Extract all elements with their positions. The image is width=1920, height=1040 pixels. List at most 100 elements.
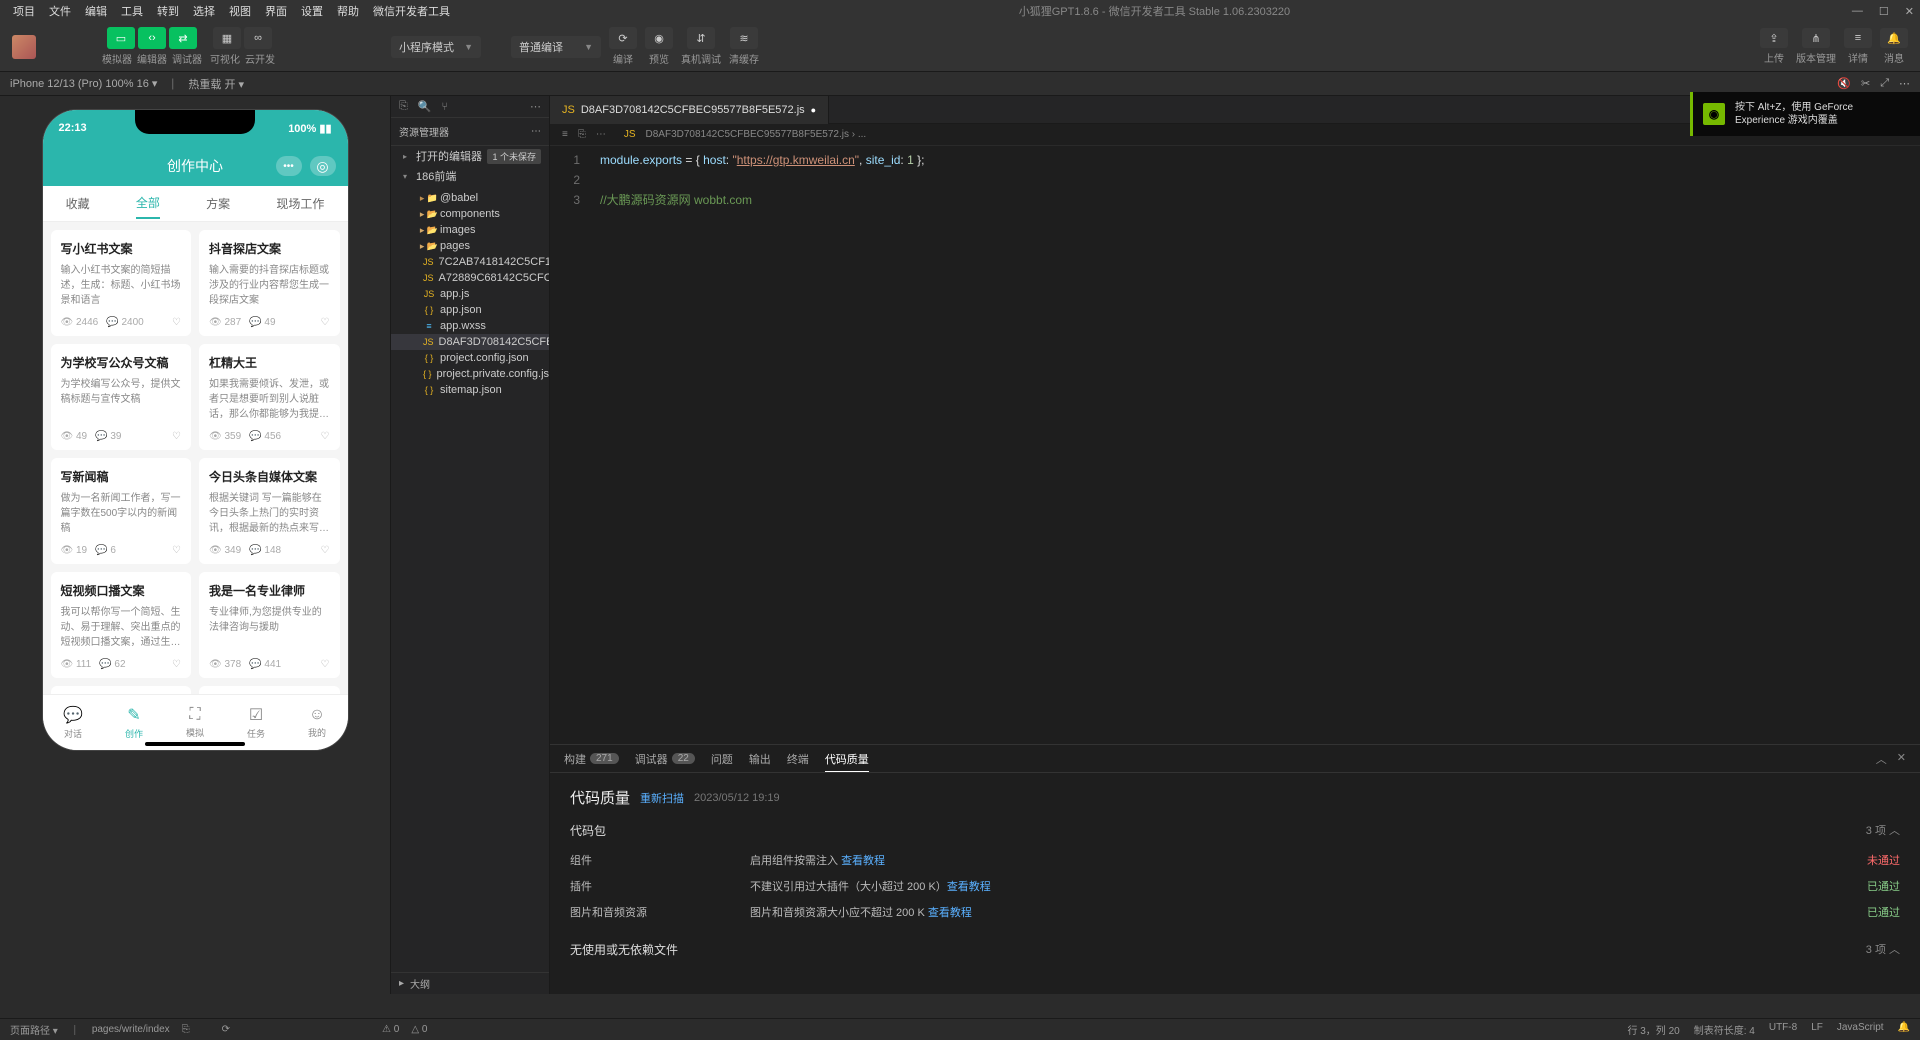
avatar[interactable]	[12, 35, 36, 59]
indent-info[interactable]: 制表符长度: 4	[1694, 1022, 1755, 1037]
capsule-menu-icon[interactable]: •••	[276, 156, 302, 176]
encoding[interactable]: UTF-8	[1769, 1022, 1797, 1037]
compile-button[interactable]: ⟳	[609, 27, 637, 49]
cloud-button[interactable]: ∞	[244, 27, 272, 49]
panel-tab-debug[interactable]: 调试器22	[635, 751, 695, 767]
card-item[interactable]: 短视频口播文案我可以帮你写一个简短、生动、易于理解、突出重点的短视频口播文案，通…	[51, 572, 192, 678]
panel-tab-build[interactable]: 构建271	[564, 751, 619, 767]
tree-item[interactable]: JS7C2AB7418142C5CF1A...	[391, 254, 549, 270]
preview-button[interactable]: ◉	[645, 27, 673, 49]
tabbar-对话[interactable]: 💬对话	[43, 695, 104, 750]
tree-item[interactable]: ≡app.wxss	[391, 318, 549, 334]
sync-icon[interactable]: ⟳	[222, 1024, 230, 1035]
tree-item[interactable]: { }project.config.json	[391, 350, 549, 366]
menu-wxdevtools[interactable]: 微信开发者工具	[366, 3, 457, 19]
menu-edit[interactable]: 编辑	[78, 3, 114, 19]
menu-project[interactable]: 项目	[6, 3, 42, 19]
card-item[interactable]: 抖音探店文案输入需要的抖音探店标题或涉及的行业内容帮您生成一段探店文案👁 287…	[199, 230, 340, 336]
close-icon[interactable]: ✕	[1905, 5, 1914, 18]
tab-plan[interactable]: 方案	[206, 189, 230, 218]
panel-tab-quality[interactable]: 代码质量	[825, 751, 869, 772]
menu-tools[interactable]: 工具	[114, 3, 150, 19]
card-item[interactable]: 我是一名专业律师专业律师,为您提供专业的法律咨询与援助👁 378💬 441♡	[199, 572, 340, 678]
menu-goto[interactable]: 转到	[150, 3, 186, 19]
clearcache-button[interactable]: ≋	[730, 27, 758, 49]
tree-item[interactable]: ▸ 📂images	[391, 222, 549, 238]
panel-tab-problems[interactable]: 问题	[711, 751, 733, 767]
menu-ui[interactable]: 界面	[258, 3, 294, 19]
tree-item[interactable]: { }sitemap.json	[391, 382, 549, 398]
cursor-pos[interactable]: 行 3，列 20	[1627, 1022, 1679, 1037]
menu-select[interactable]: 选择	[186, 3, 222, 19]
copy-icon[interactable]: ⎘	[182, 1024, 190, 1035]
search-icon[interactable]: 🔍	[418, 100, 432, 113]
notif-icon[interactable]: 🔔	[1898, 1022, 1910, 1037]
float-icon[interactable]: ⤢	[1880, 77, 1889, 90]
geforce-overlay[interactable]: ◉ 按下 Alt+Z，使用 GeForceExperience 游戏内覆盖	[1690, 92, 1920, 136]
panel-tab-output[interactable]: 输出	[749, 751, 771, 767]
list-icon[interactable]: ≡	[562, 129, 568, 140]
minimize-icon[interactable]: —	[1852, 5, 1863, 18]
rescan-link[interactable]: 重新扫描	[640, 790, 684, 806]
menu-help[interactable]: 帮助	[330, 3, 366, 19]
compile-select[interactable]: 普通编译▼	[511, 36, 601, 58]
editor-tab-active[interactable]: JSD8AF3D708142C5CFBEC95577B8F5E572.js●	[550, 96, 829, 124]
mute-icon[interactable]: 🔇	[1837, 77, 1851, 90]
page-path-label[interactable]: 页面路径 ▾	[10, 1022, 58, 1037]
open-editors-section[interactable]: ▸打开的编辑器 1 个未保存	[391, 146, 549, 166]
warning-count[interactable]: △ 0	[411, 1024, 427, 1035]
lang-mode[interactable]: JavaScript	[1837, 1022, 1884, 1037]
mode-select[interactable]: 小程序模式▼	[391, 36, 481, 58]
version-button[interactable]: ⋔	[1802, 28, 1830, 48]
panel-close-icon[interactable]: ✕	[1897, 751, 1906, 767]
collapse-icon[interactable]: ⋯	[530, 100, 541, 113]
menu-bar[interactable]: 项目 文件 编辑 工具 转到 选择 视图 界面 设置 帮助 微信开发者工具 小狐…	[0, 0, 1920, 22]
tree-item[interactable]: JSD8AF3D708142C5CFBE...	[391, 334, 549, 350]
card-item[interactable]: 杠精大王如果我需要倾诉、发泄，或者只是想要听到别人说脏话，那么你都能够为我提…👁…	[199, 344, 340, 450]
visual-button[interactable]: ▦	[213, 27, 241, 49]
card-item[interactable]: 今日头条自媒体文案根据关键词 写一篇能够在今日头条上热门的实时资讯，根据最新的热…	[199, 458, 340, 564]
tabbar-我的[interactable]: ☺我的	[287, 695, 348, 750]
upload-button[interactable]: ⇪	[1760, 28, 1788, 48]
editor-button[interactable]: ‹›	[138, 27, 166, 49]
root-folder[interactable]: ▾186前端	[391, 166, 549, 186]
simulator-button[interactable]: ▭	[107, 27, 135, 49]
tab-fav[interactable]: 收藏	[66, 189, 90, 218]
page-path[interactable]: pages/write/index	[92, 1024, 170, 1035]
panel-tab-terminal[interactable]: 终端	[787, 751, 809, 767]
tab-all[interactable]: 全部	[136, 188, 160, 219]
tab-onsite[interactable]: 现场工作	[276, 189, 324, 218]
card-item[interactable]: 写新闻稿做为一名新闻工作者，写一篇字数在500字以内的新闻稿👁 19💬 6♡	[51, 458, 192, 564]
cut-icon[interactable]: ✂	[1861, 77, 1870, 90]
realdevice-button[interactable]: ⇵	[687, 27, 715, 49]
tree-item[interactable]: JSA72889C68142C5CFC1...	[391, 270, 549, 286]
code-editor[interactable]: 123 module.exports = { host: "https://gt…	[550, 146, 1920, 744]
details-button[interactable]: ≡	[1844, 28, 1872, 48]
files-icon[interactable]: ⎘	[399, 100, 408, 113]
debugger-button[interactable]: ⇄	[169, 27, 197, 49]
capsule-close-icon[interactable]: ◎	[310, 156, 336, 176]
device-select[interactable]: iPhone 12/13 (Pro) 100% 16 ▾	[10, 77, 157, 90]
bookmark-icon[interactable]: ⎘	[578, 129, 586, 140]
tree-item[interactable]: JSapp.js	[391, 286, 549, 302]
menu-settings[interactable]: 设置	[294, 3, 330, 19]
more-icon[interactable]: ⋯	[1899, 77, 1910, 90]
menu-view[interactable]: 视图	[222, 3, 258, 19]
menu-file[interactable]: 文件	[42, 3, 78, 19]
tree-item[interactable]: ▸ 📂pages	[391, 238, 549, 254]
messages-button[interactable]: 🔔	[1880, 28, 1908, 48]
card-list[interactable]: 写小红书文案输入小红书文案的简短描述，生成：标题、小红书场景和语言👁 2446💬…	[43, 222, 348, 706]
card-item[interactable]: 写小红书文案输入小红书文案的简短描述，生成：标题、小红书场景和语言👁 2446💬…	[51, 230, 192, 336]
tree-item[interactable]: { }project.private.config.js...	[391, 366, 549, 382]
tree-item[interactable]: ▸ 📂components	[391, 206, 549, 222]
more-crumb-icon[interactable]: ⋯	[596, 129, 606, 140]
error-count[interactable]: ⚠ 0	[382, 1024, 399, 1035]
outline-section[interactable]: ▸大纲	[391, 972, 549, 994]
explorer-more-icon[interactable]: ⋯	[531, 126, 541, 137]
eol[interactable]: LF	[1811, 1022, 1823, 1037]
tree-item[interactable]: { }app.json	[391, 302, 549, 318]
hotreload-toggle[interactable]: 热重载 开 ▾	[188, 76, 244, 92]
git-icon[interactable]: ⑂	[442, 101, 449, 113]
panel-collapse-icon[interactable]: ︿	[1876, 751, 1887, 767]
tree-item[interactable]: ▸ 📁@babel	[391, 190, 549, 206]
